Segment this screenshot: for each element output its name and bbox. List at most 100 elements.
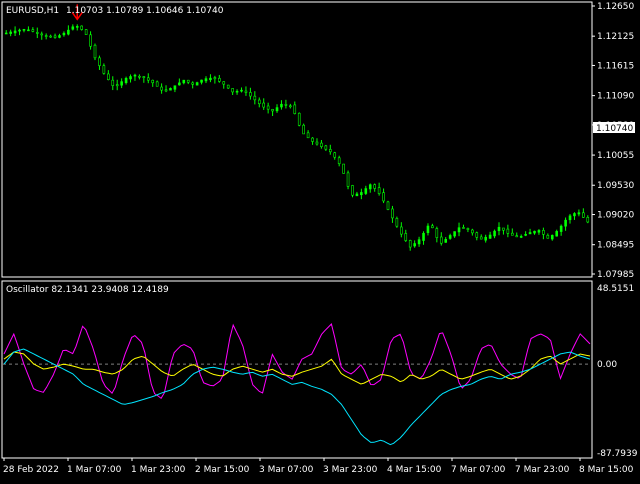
candle-body [466, 228, 470, 230]
candle-body [555, 231, 559, 237]
candle-body [142, 76, 146, 79]
candle-body [471, 229, 474, 234]
candle-body [373, 184, 376, 189]
candle-body [222, 81, 226, 85]
candle-body [302, 124, 305, 135]
candle-body [107, 73, 110, 80]
candle-body [80, 25, 83, 30]
candle-body [502, 227, 505, 231]
candle-body [133, 74, 137, 77]
candle-body [280, 103, 283, 108]
candle-body [67, 29, 70, 35]
time-tick-label: 2 Mar 15:00 [195, 465, 250, 475]
candle-body [391, 208, 394, 219]
chart-background [0, 0, 640, 480]
price-tick-label: 1.11090 [597, 92, 634, 102]
trading-chart[interactable]: EURUSD,H1 1.10703 1.10789 1.10646 1.1074… [0, 0, 640, 480]
candle-body [586, 217, 590, 223]
oscillator-label: Oscillator 82.1341 23.9408 12.4189 [6, 285, 169, 295]
candle-body [453, 231, 456, 237]
candle-body [431, 225, 434, 229]
chart-window[interactable]: EURUSD,H1 1.10703 1.10789 1.10646 1.1074… [0, 0, 640, 480]
candle-body [35, 32, 39, 34]
candle-body [435, 228, 439, 238]
candle-body [178, 82, 181, 86]
candle-body [426, 225, 430, 234]
price-tick-label: 1.12650 [597, 2, 634, 12]
candle-body [200, 79, 203, 83]
candle-body [542, 230, 545, 235]
candle-body [528, 232, 532, 235]
candle-body [444, 239, 448, 243]
candle-body [218, 77, 221, 82]
candle-body [235, 90, 239, 93]
candle-body [93, 44, 97, 59]
time-tick-label: 8 Mar 15:00 [579, 465, 634, 475]
candle-body [342, 163, 345, 174]
candle-body [297, 112, 301, 126]
candle-body [524, 234, 527, 236]
price-tick-label: 1.09020 [597, 211, 634, 221]
candle-body [511, 232, 514, 236]
candle-body [111, 79, 115, 86]
candle-body [564, 219, 567, 227]
candle-body [422, 232, 425, 241]
candle-body [22, 29, 26, 31]
candle-body [53, 35, 57, 38]
candle-body [138, 75, 141, 78]
candle-body [186, 79, 190, 83]
candle-body [289, 105, 292, 108]
candle-body [120, 81, 123, 86]
candle-body [559, 225, 563, 232]
ohlc-readout: 1.10703 1.10789 1.10646 1.10740 [66, 6, 224, 16]
current-price-label: 1.10740 [596, 124, 633, 134]
candle-body [568, 215, 572, 221]
candle-body [515, 235, 519, 238]
price-tick-label: 1.12125 [597, 32, 634, 42]
price-tick-label: 1.10055 [597, 151, 634, 161]
oscillator-zero-label: 0.00 [597, 360, 617, 370]
candle-body [44, 35, 48, 37]
candle-body [493, 230, 496, 237]
candle-body [475, 232, 479, 238]
candle-body [417, 239, 421, 245]
time-tick-label: 1 Mar 07:00 [67, 465, 122, 475]
candle-body [537, 230, 541, 233]
candle-body [58, 35, 61, 38]
time-tick-label: 4 Mar 15:00 [387, 465, 442, 475]
candle-body [164, 89, 168, 92]
candle-body [573, 213, 576, 217]
candle-body [395, 218, 399, 227]
price-tick-label: 1.11615 [597, 61, 634, 71]
candle-body [191, 82, 194, 85]
candle-body [408, 240, 412, 248]
candle-body [266, 105, 270, 110]
candle-body [271, 109, 274, 112]
candle-body [40, 33, 44, 36]
candle-body [328, 149, 332, 153]
candle-body [497, 226, 501, 232]
candle-body [404, 233, 408, 241]
candle-body [257, 99, 261, 105]
candle-body [533, 230, 536, 234]
candle-body [364, 188, 368, 194]
candle-body [311, 137, 314, 142]
candle-body [546, 234, 550, 239]
candle-body [293, 104, 297, 114]
candle-body [49, 35, 52, 38]
candle-body [333, 152, 337, 158]
candle-body [151, 79, 155, 84]
candle-body [213, 77, 217, 80]
candle-body [155, 81, 159, 87]
candle-body [27, 29, 30, 32]
candle-body [182, 79, 186, 84]
candle-body [160, 86, 163, 91]
candle-body [262, 102, 266, 108]
price-tick-label: 1.07985 [597, 270, 634, 280]
candle-body [306, 132, 310, 139]
candle-body [377, 187, 381, 194]
candle-body [209, 77, 212, 81]
candle-body [71, 26, 75, 30]
price-tick-label: 1.08495 [597, 241, 634, 251]
candle-body [31, 29, 35, 32]
